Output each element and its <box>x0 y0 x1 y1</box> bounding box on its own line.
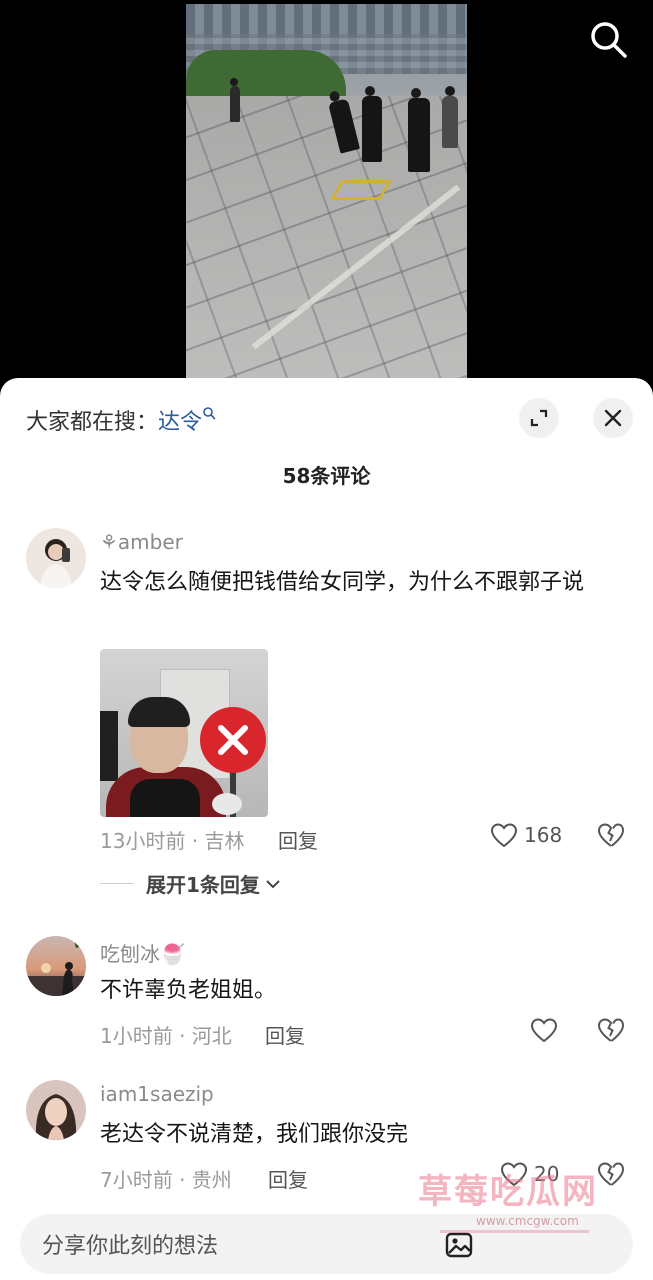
avatar[interactable] <box>26 1080 86 1140</box>
comment-username[interactable]: iam1saezip <box>100 1082 214 1106</box>
avatar[interactable] <box>26 936 86 996</box>
reply-button[interactable]: 回复 <box>278 825 318 854</box>
broken-heart-icon <box>597 823 625 847</box>
like-button[interactable]: 168 <box>490 822 562 848</box>
avatar-image <box>26 528 86 588</box>
video-person <box>230 78 240 122</box>
comment-input-placeholder: 分享你此刻的想法 <box>42 1234 219 1259</box>
comment-text: 不许辜负老姐姐。 <box>100 978 277 1003</box>
video-frame[interactable] <box>186 4 467 378</box>
dislike-button[interactable] <box>596 1017 626 1047</box>
watermark-title: 草莓吃瓜网 <box>418 1172 598 1212</box>
like-button[interactable] <box>530 1017 558 1043</box>
search-button[interactable] <box>587 18 631 62</box>
comment-text: 老达令不说清楚，我们跟你没完 <box>100 1122 409 1147</box>
comments-sheet: 大家都在搜：达令 58条评论 ⚘amber 达令怎么随便把钱借给女同学，为什么不… <box>0 378 653 1280</box>
close-button[interactable] <box>593 398 633 438</box>
comment-username[interactable]: 吃刨冰🍧 <box>100 938 185 967</box>
image-upload-button[interactable] <box>444 1230 474 1264</box>
comment-username[interactable]: ⚘amber <box>100 530 183 554</box>
heart-icon <box>530 1018 558 1043</box>
cross-sign-icon <box>200 707 266 773</box>
hot-search-link[interactable]: 达令 <box>158 410 202 435</box>
comment-image[interactable] <box>100 649 268 817</box>
image-icon <box>445 1232 473 1258</box>
dislike-button[interactable] <box>596 822 626 852</box>
expand-replies-button[interactable]: 展开1条回复 <box>100 869 282 898</box>
comment-meta: 13小时前 · 吉林 <box>100 829 245 853</box>
video-person <box>408 88 430 172</box>
heart-icon <box>490 823 518 848</box>
broken-heart-icon <box>597 1018 625 1042</box>
expand-replies-label: 展开1条回复 <box>146 873 260 897</box>
reply-button[interactable]: 回复 <box>268 1164 308 1193</box>
search-icon <box>591 22 627 58</box>
comment-meta: 7小时前 · 贵州 <box>100 1168 232 1192</box>
comment-count: 58条评论 <box>282 464 371 488</box>
hot-search-bar: 大家都在搜：达令 <box>26 404 216 436</box>
comment-text: 达令怎么随便把钱借给女同学，为什么不跟郭子说 <box>100 570 585 595</box>
hot-search-prefix: 大家都在搜： <box>26 410 159 435</box>
video-player[interactable] <box>0 0 653 395</box>
reply-button[interactable]: 回复 <box>265 1020 305 1049</box>
watermark-url: www.cmcgw.com <box>440 1214 589 1233</box>
close-icon <box>604 409 622 427</box>
broken-heart-icon <box>597 1162 625 1186</box>
video-person <box>362 86 382 162</box>
chevron-down-icon <box>266 879 280 888</box>
expand-icon <box>530 409 548 427</box>
comment-meta: 1小时前 · 河北 <box>100 1024 232 1048</box>
avatar-image <box>26 1080 86 1140</box>
dislike-button[interactable] <box>596 1161 626 1191</box>
avatar[interactable] <box>26 528 86 588</box>
hot-search-icon <box>203 407 216 420</box>
expand-button[interactable] <box>519 398 559 438</box>
avatar-image <box>26 936 86 996</box>
like-count: 168 <box>524 823 563 847</box>
video-person <box>442 86 458 148</box>
video-scene-trees <box>186 50 346 96</box>
